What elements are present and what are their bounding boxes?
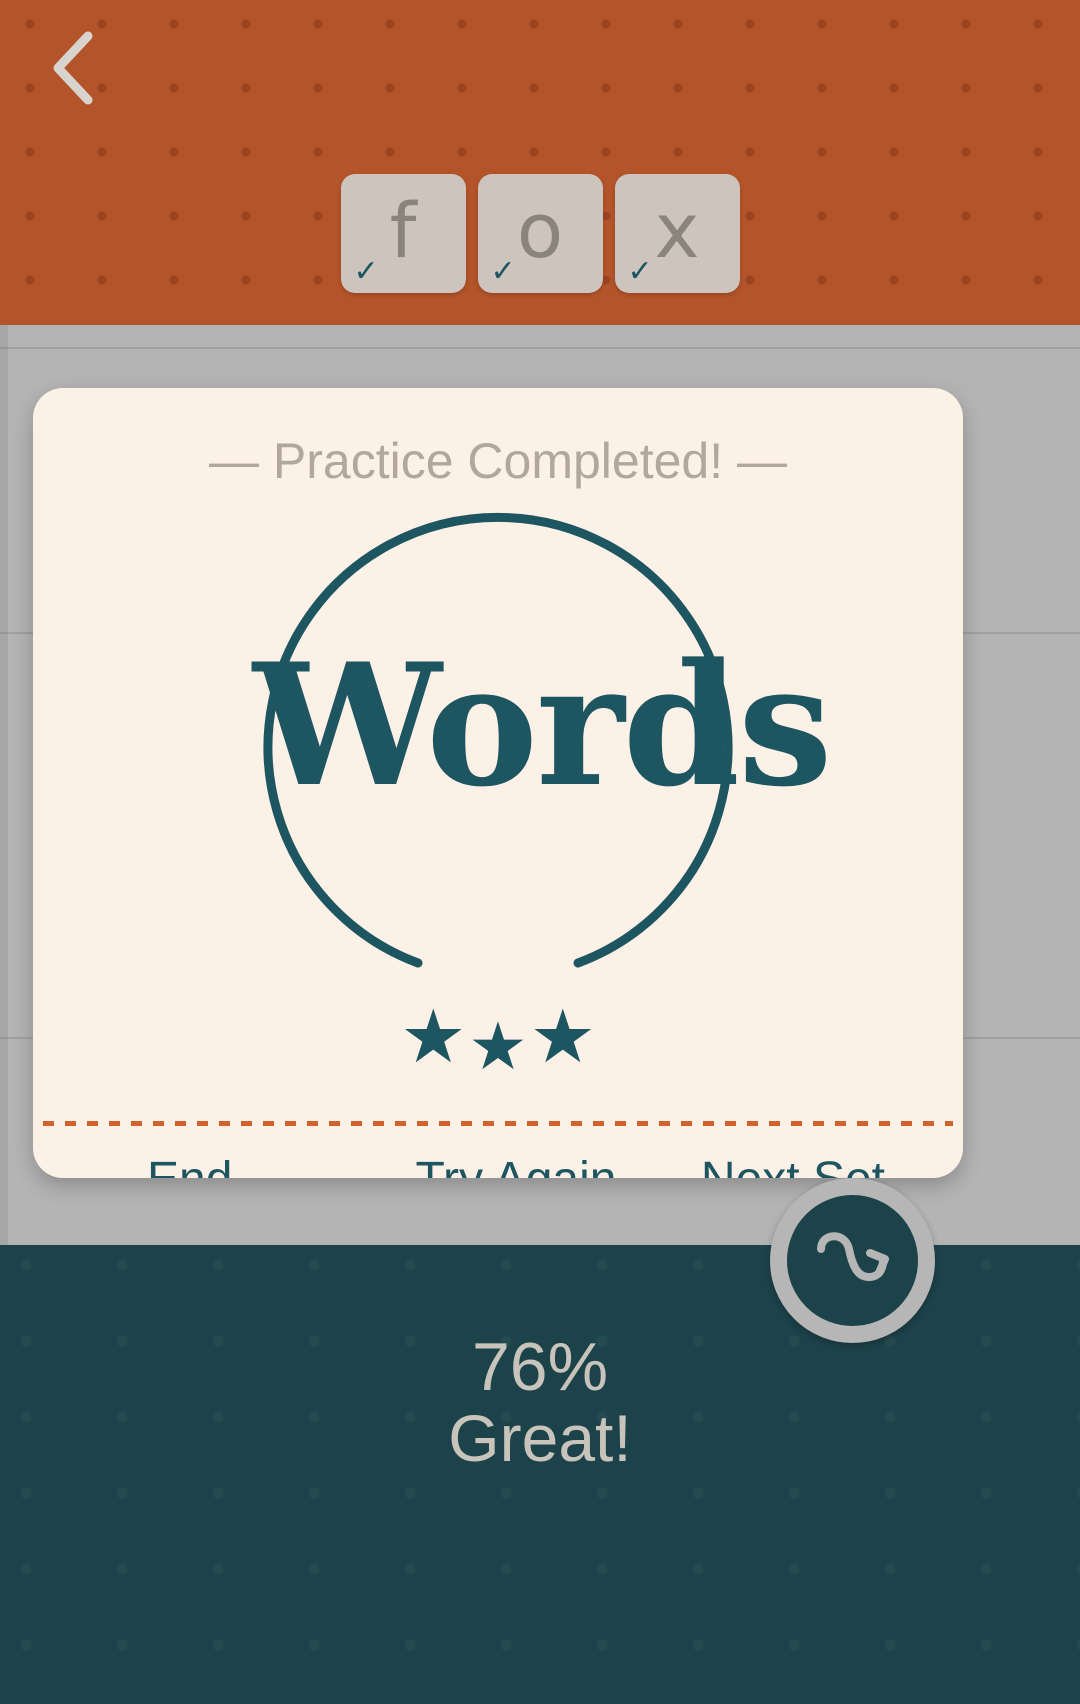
top-banner: f ✓ o ✓ x ✓ <box>0 0 1080 325</box>
score-block: 76% Great! <box>0 1331 1080 1474</box>
backdrop-divider <box>0 347 1080 349</box>
check-icon: ✓ <box>627 254 653 289</box>
star-rating: ★ ★ ★ <box>33 1000 963 1080</box>
back-button[interactable] <box>22 18 122 118</box>
end-button[interactable]: End <box>91 1152 393 1178</box>
achievement-badge: Words <box>33 493 963 1013</box>
dialog-actions: End Try Again Next Set <box>33 1152 963 1178</box>
dialog-title: — Practice Completed! — <box>209 433 787 489</box>
next-set-button[interactable]: Next Set <box>639 1152 905 1178</box>
words-logo: Words <box>253 626 833 824</box>
chevron-left-icon <box>46 28 98 108</box>
letter-tile[interactable]: x ✓ <box>614 174 740 293</box>
score-panel: 76% Great! <box>0 1245 1080 1704</box>
star-icon: ★ <box>400 994 467 1080</box>
letter-tiles-row: f ✓ o ✓ x ✓ <box>0 174 1080 293</box>
tile-letter: o <box>516 185 564 275</box>
score-percent: 76% <box>471 1329 609 1405</box>
score-label: Great! <box>448 1401 632 1476</box>
check-icon: ✓ <box>490 254 516 289</box>
star-icon: ★ <box>529 994 596 1080</box>
letter-tile[interactable]: o ✓ <box>477 174 603 293</box>
tile-letter: f <box>389 185 417 275</box>
shuffle-wave-arrow-icon <box>807 1215 899 1307</box>
app-root: f ✓ o ✓ x ✓ — Practice Completed! — Word… <box>0 0 1080 1704</box>
practice-completed-dialog: — Practice Completed! — Words ★ ★ ★ End … <box>33 388 963 1178</box>
try-again-button[interactable]: Try Again <box>393 1152 639 1178</box>
star-icon: ★ <box>468 1008 528 1085</box>
dashed-divider <box>43 1121 953 1126</box>
shuffle-button[interactable] <box>770 1178 935 1343</box>
letter-tile[interactable]: f ✓ <box>340 174 466 293</box>
backdrop-edge <box>0 325 8 1245</box>
tile-letter: x <box>654 185 700 275</box>
check-icon: ✓ <box>353 254 379 289</box>
